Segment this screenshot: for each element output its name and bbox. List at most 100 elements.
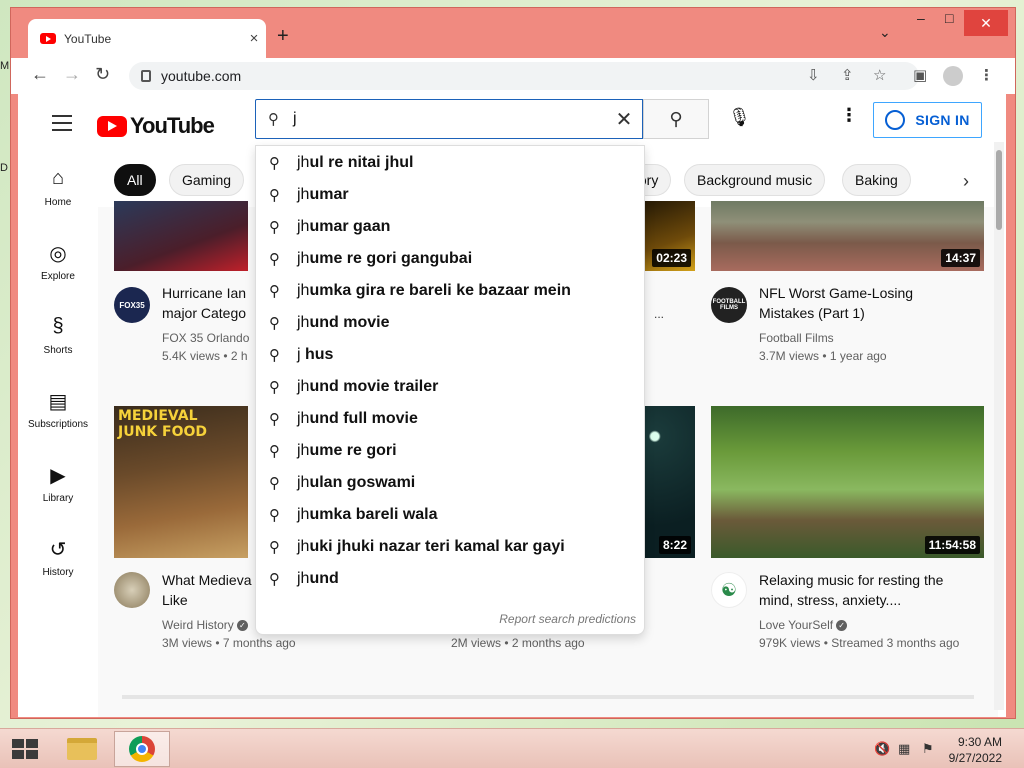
video-thumbnail[interactable]: 11:54:58	[711, 406, 984, 558]
search-button[interactable]: ⚲	[643, 99, 709, 139]
maximize-button[interactable]: □	[945, 10, 953, 26]
video-title-line: Mistakes (Part 1)	[759, 305, 865, 321]
sidebar-item-subscriptions[interactable]: ▤ Subscriptions	[18, 389, 98, 430]
video-meta: FOX 35 Orlando 5.4K views • 2 h	[162, 329, 249, 365]
video-thumbnail[interactable]: 14:37	[711, 201, 984, 271]
channel-name[interactable]: Football Films	[759, 329, 887, 347]
video-thumbnail[interactable]	[114, 201, 248, 271]
suggestion-item[interactable]: ⚲ jhumar gaan	[256, 211, 644, 243]
suggestion-typed: jh	[297, 538, 310, 555]
suggestion-item[interactable]: ⚲ jhume re gori gangubai	[256, 243, 644, 275]
suggestion-item[interactable]: ⚲ jhund movie	[256, 307, 644, 339]
video-meta: Love YourSelf ✓ 979K views • Streamed 3 m…	[759, 616, 959, 652]
chrome-taskbar-button[interactable]	[114, 731, 170, 767]
chip-all[interactable]: All	[114, 164, 156, 196]
section-divider	[122, 695, 974, 699]
channel-avatar[interactable]: FOOTBALL FILMS	[711, 287, 747, 323]
suggestion-item[interactable]: ⚲ jhumar	[256, 179, 644, 211]
system-clock[interactable]: 9:30 AM 9/27/2022	[949, 734, 1002, 766]
channel-avatar[interactable]: FOX35	[114, 287, 150, 323]
sidebar-item-shorts[interactable]: § Shorts	[18, 315, 98, 356]
avatar-text: FOX35	[119, 300, 145, 310]
network-icon[interactable]: ▦	[898, 741, 910, 757]
suggestion-completion: und	[309, 570, 339, 587]
share-icon[interactable]: ⇪	[841, 66, 854, 84]
volume-muted-icon[interactable]: 🔇	[874, 741, 890, 757]
chip-baking[interactable]: Baking	[842, 164, 911, 196]
search-query: j	[293, 110, 297, 127]
suggestion-item[interactable]: ⚲ j hus	[256, 339, 644, 371]
chrome-menu-icon[interactable]: ⋮	[979, 66, 994, 84]
sidebar-item-library[interactable]: ▶ Library	[18, 463, 98, 504]
profile-icon[interactable]	[943, 66, 963, 86]
suggestion-item[interactable]: ⚲ jhul re nitai jhul	[256, 147, 644, 179]
sidebar-item-label: Explore	[41, 271, 75, 282]
video-duration: 11:54:58	[924, 536, 980, 554]
search-icon: ⚲	[269, 315, 280, 332]
sidebar-item-explore[interactable]: ◎ Explore	[18, 241, 98, 282]
search-icon: ⚲	[269, 411, 280, 428]
channel-avatar[interactable]	[114, 572, 150, 608]
sidebar-item-home[interactable]: ⌂ Home	[18, 167, 98, 208]
thumbnail-caption-line: JUNK FOOD	[118, 424, 208, 440]
back-icon[interactable]: ←	[31, 64, 49, 85]
page-scrollbar[interactable]	[994, 142, 1004, 710]
suggestion-typed: jh	[297, 506, 310, 523]
file-explorer-button[interactable]	[54, 731, 110, 767]
side-panel-icon[interactable]: ▣	[913, 66, 927, 84]
suggestion-typed: jh	[297, 474, 310, 491]
action-center-icon[interactable]: ⚑	[922, 741, 934, 757]
video-duration: 02:23	[652, 249, 691, 267]
search-input[interactable]: ⚲ j ✕	[255, 99, 643, 139]
close-window-button[interactable]: ✕	[964, 10, 1008, 36]
bookmark-star-icon[interactable]: ☆	[873, 66, 886, 84]
sidebar-item-label: Shorts	[43, 345, 73, 356]
video-thumbnail[interactable]: MEDIEVAL JUNK FOOD	[114, 406, 248, 558]
scrollbar-thumb[interactable]	[996, 150, 1002, 230]
search-icon: ⚲	[269, 539, 280, 556]
chevron-right-icon[interactable]: ›	[963, 171, 969, 192]
suggestion-item[interactable]: ⚲ jhulan goswami	[256, 467, 644, 499]
reload-icon[interactable]: ↻	[95, 64, 110, 85]
forward-icon[interactable]: →	[63, 64, 81, 85]
title-ellipsis: ...	[654, 307, 665, 321]
clear-search-icon[interactable]: ✕	[606, 107, 642, 132]
menu-icon[interactable]	[52, 115, 72, 136]
chip-gaming[interactable]: Gaming	[169, 164, 245, 196]
sign-in-button[interactable]: SIGN IN	[873, 102, 982, 138]
suggestion-item[interactable]: ⚲ jhume re gori	[256, 435, 644, 467]
channel-name[interactable]: Weird History	[162, 618, 234, 632]
channel-avatar[interactable]: ☯	[711, 572, 747, 608]
channel-name[interactable]: FOX 35 Orlando	[162, 329, 249, 347]
suggestion-item[interactable]: ⚲ jhumka bareli wala	[256, 499, 644, 531]
suggestion-item[interactable]: ⚲ jhund movie trailer	[256, 371, 644, 403]
report-predictions-link[interactable]: Report search predictions	[499, 612, 636, 626]
channel-name[interactable]: Love YourSelf	[759, 618, 833, 632]
video-title[interactable]: NFL Worst Game-Losing Mistakes (Part 1)	[759, 283, 913, 323]
desktop-edge-label: D	[0, 162, 8, 174]
browser-tab[interactable]: YouTube ×	[28, 19, 266, 58]
video-title-line: mind, stress, anxiety....	[759, 592, 902, 608]
sidebar-item-history[interactable]: ↺ History	[18, 537, 98, 578]
new-tab-button[interactable]: +	[277, 25, 289, 48]
more-options-icon[interactable]: ⋮	[840, 105, 858, 126]
search-icon: ⚲	[269, 571, 280, 588]
suggestion-item[interactable]: ⚲ jhumka gira re bareli ke bazaar mein	[256, 275, 644, 307]
youtube-wordmark: YouTube	[130, 113, 215, 138]
tab-close-icon[interactable]: ×	[242, 30, 266, 47]
video-title[interactable]: What Medieva Like	[162, 570, 251, 610]
suggestion-item[interactable]: ⚲ jhund	[256, 563, 644, 595]
youtube-logo[interactable]: YouTube	[97, 113, 215, 139]
microphone-icon[interactable]: 🎙	[728, 107, 751, 128]
video-title[interactable]: Hurricane Ian major Catego	[162, 283, 246, 323]
chip-background-music[interactable]: Background music	[684, 164, 826, 196]
install-app-icon[interactable]: ⇩	[807, 66, 820, 84]
tab-search-icon[interactable]: ⌄	[879, 24, 891, 41]
minimize-button[interactable]: –	[917, 10, 925, 26]
video-title[interactable]: Relaxing music for resting the mind, str…	[759, 570, 943, 610]
address-bar[interactable]: youtube.com	[129, 62, 919, 90]
windows-start-button[interactable]	[12, 739, 38, 759]
suggestion-item[interactable]: ⚲ jhund full movie	[256, 403, 644, 435]
sidebar-item-label: Library	[42, 493, 74, 504]
suggestion-item[interactable]: ⚲ jhuki jhuki nazar teri kamal kar gayi	[256, 531, 644, 563]
